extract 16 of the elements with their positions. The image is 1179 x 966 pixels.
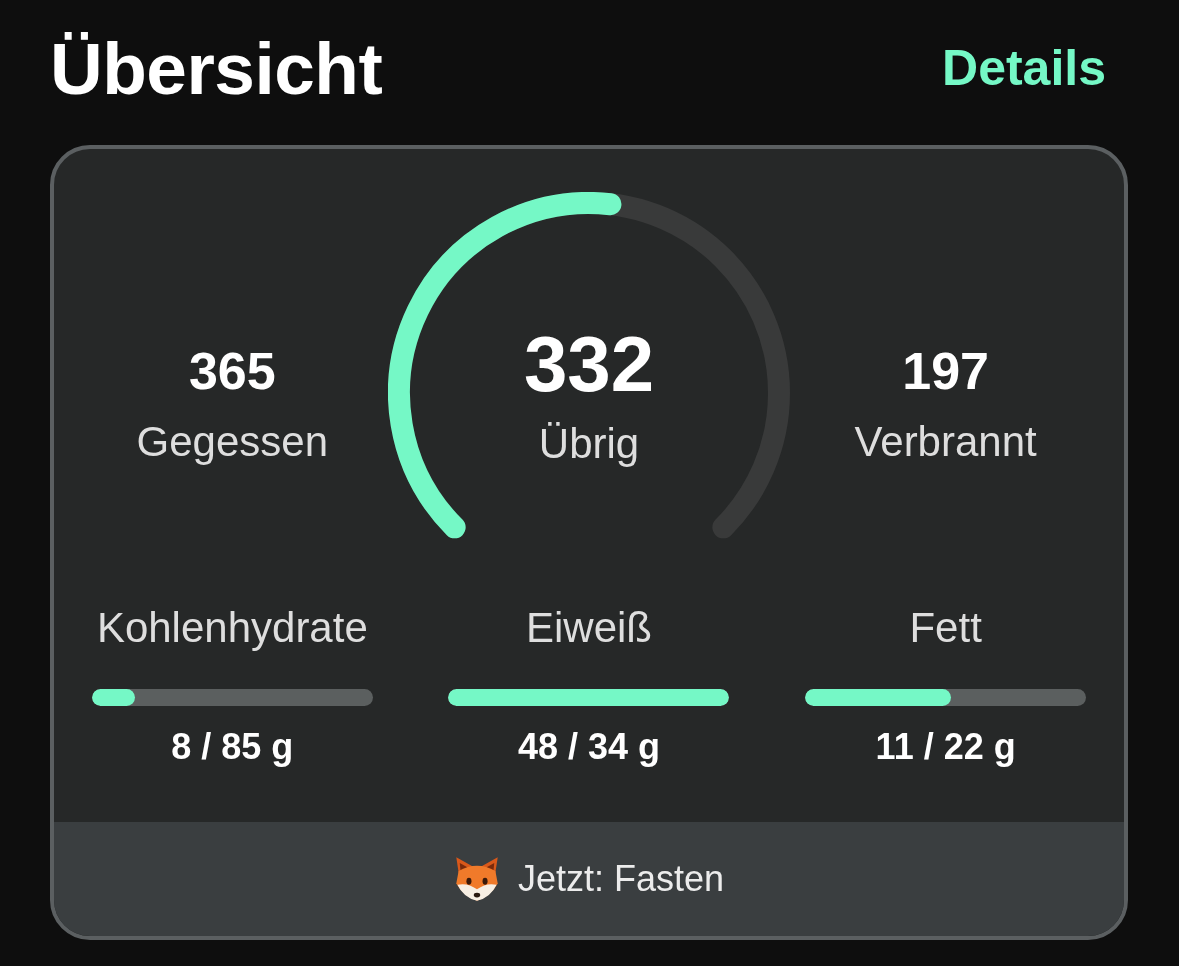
remaining-calories-value: 332 (523, 321, 655, 408)
macro-amount: 8 / 85 g (171, 726, 294, 768)
calorie-stat-label: Übrig (538, 419, 640, 469)
page-title: Übersicht (50, 31, 383, 105)
macro-label: Kohlenhydrate (96, 604, 368, 653)
macro-amount: 48 / 34 g (517, 726, 661, 768)
details-link[interactable]: Details (942, 43, 1106, 93)
macro-label: Fett (909, 604, 982, 653)
calorie-stat-label: Verbrannt (854, 418, 1037, 467)
calorie-stat-label: Gegessen (136, 418, 329, 467)
calorie-stat-value: 365 (188, 343, 276, 401)
fox-face-icon (453, 855, 500, 902)
calorie-stat-value: 197 (902, 343, 990, 401)
macro-amount: 11 / 22 g (875, 726, 1016, 768)
macro-label: Eiweiß (525, 604, 652, 653)
fasting-status-text: Jetzt: Fasten (517, 858, 725, 900)
